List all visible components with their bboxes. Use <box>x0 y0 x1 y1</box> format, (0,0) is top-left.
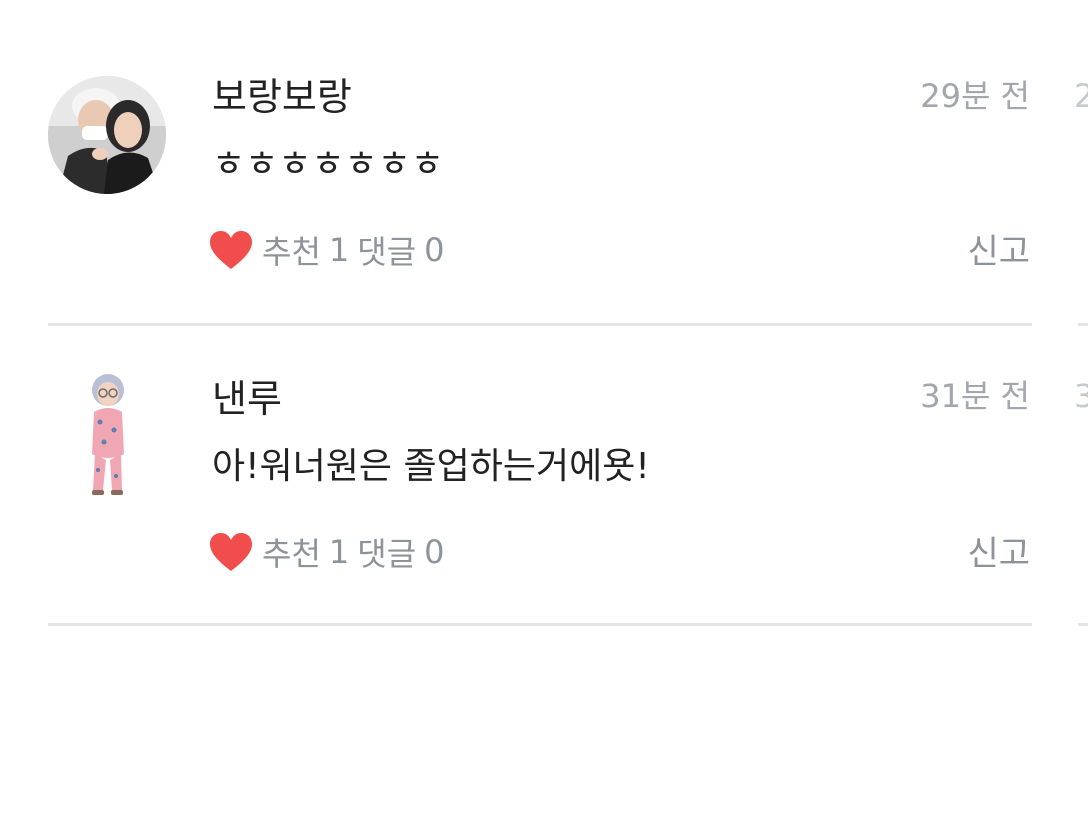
comment-text: ㅎㅎㅎㅎㅎㅎㅎ <box>212 144 444 185</box>
reply-label[interactable]: 댓글 <box>357 227 416 273</box>
recommend-label[interactable]: 추천 <box>262 529 321 575</box>
timestamp: 29분 전 <box>920 77 1030 115</box>
report-button[interactable]: 신고 <box>967 230 1030 274</box>
user-avatar[interactable] <box>82 372 132 496</box>
reply-label[interactable]: 댓글 <box>357 529 416 575</box>
heart-icon[interactable] <box>208 531 254 573</box>
divider <box>48 323 1032 326</box>
reply-count: 0 <box>424 533 445 571</box>
recommend-label[interactable]: 추천 <box>262 227 321 273</box>
adjacent-panel-text: 2 <box>1074 77 1088 115</box>
recommend-count: 1 <box>328 231 350 269</box>
comment-text: 아!워너원은 졸업하는거에욧! <box>212 446 650 487</box>
username[interactable]: 보랑보랑 <box>212 74 352 120</box>
report-button[interactable]: 신고 <box>967 532 1030 576</box>
avatar-character-icon <box>92 374 124 495</box>
divider <box>1078 623 1088 626</box>
username[interactable]: 낸루 <box>212 376 282 422</box>
timestamp: 31분 전 <box>920 377 1030 415</box>
user-avatar[interactable] <box>48 76 166 194</box>
comment-actions: 추천 1 댓글 0 <box>208 228 445 272</box>
comment-actions: 추천 1 댓글 0 <box>208 530 445 574</box>
divider <box>1078 323 1088 326</box>
adjacent-panel-text: 3 <box>1074 377 1088 415</box>
recommend-count: 1 <box>328 533 350 571</box>
heart-icon[interactable] <box>208 229 254 271</box>
reply-count: 0 <box>424 231 445 269</box>
avatar-photo-icon <box>48 76 166 194</box>
divider <box>48 623 1032 626</box>
